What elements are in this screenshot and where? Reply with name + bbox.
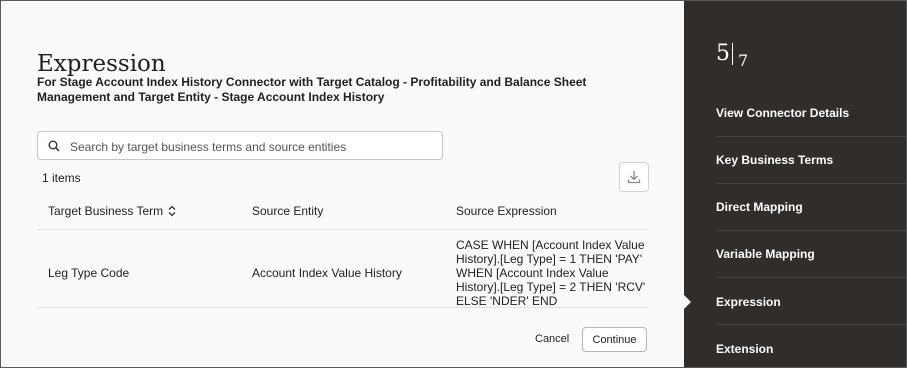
sidebar-divider xyxy=(716,230,906,231)
sidebar-item-key-business-terms[interactable]: Key Business Terms xyxy=(716,153,906,167)
sidebar-divider xyxy=(716,324,906,325)
sidebar-item-extension[interactable]: Extension xyxy=(716,342,906,356)
step-separator xyxy=(732,43,733,65)
dialog-frame: Expression For Stage Account Index Histo… xyxy=(0,0,907,368)
column-header-source-entity: Source Entity xyxy=(252,204,324,218)
cell-source-expression: CASE WHEN [Account Index Value History].… xyxy=(456,238,646,308)
item-count: 1 items xyxy=(42,171,81,185)
page-subtitle: For Stage Account Index History Connecto… xyxy=(37,75,587,104)
step-current: 5 xyxy=(716,41,730,66)
download-icon xyxy=(627,171,641,184)
sort-icon[interactable] xyxy=(167,205,177,217)
cancel-button[interactable]: Cancel xyxy=(529,332,575,346)
search-icon xyxy=(48,140,60,152)
cell-target-business-term: Leg Type Code xyxy=(48,266,130,280)
search-input[interactable] xyxy=(68,136,432,158)
row-divider xyxy=(37,307,649,308)
continue-button[interactable]: Continue xyxy=(582,327,647,352)
sidebar-item-direct-mapping[interactable]: Direct Mapping xyxy=(716,200,906,214)
sidebar-divider xyxy=(716,277,906,278)
sidebar-divider xyxy=(716,136,906,137)
sidebar-divider xyxy=(716,183,906,184)
download-button[interactable] xyxy=(619,162,649,192)
search-box[interactable] xyxy=(37,131,443,160)
main-panel: Expression For Stage Account Index Histo… xyxy=(1,1,684,367)
active-step-pointer xyxy=(684,295,691,309)
header-divider xyxy=(37,229,649,230)
step-total: 7 xyxy=(738,51,749,70)
sidebar-item-view-connector-details[interactable]: View Connector Details xyxy=(716,106,906,120)
column-header-source-expression: Source Expression xyxy=(456,204,557,218)
cell-source-entity: Account Index Value History xyxy=(252,266,402,280)
step-sidebar: 5 7 View Connector Details Key Business … xyxy=(684,1,906,367)
sidebar-item-variable-mapping[interactable]: Variable Mapping xyxy=(716,247,906,261)
sidebar-item-expression[interactable]: Expression xyxy=(716,295,906,309)
page-title: Expression xyxy=(37,51,166,77)
step-indicator: 5 7 xyxy=(716,41,748,70)
column-header-target-business-term[interactable]: Target Business Term xyxy=(48,204,163,218)
